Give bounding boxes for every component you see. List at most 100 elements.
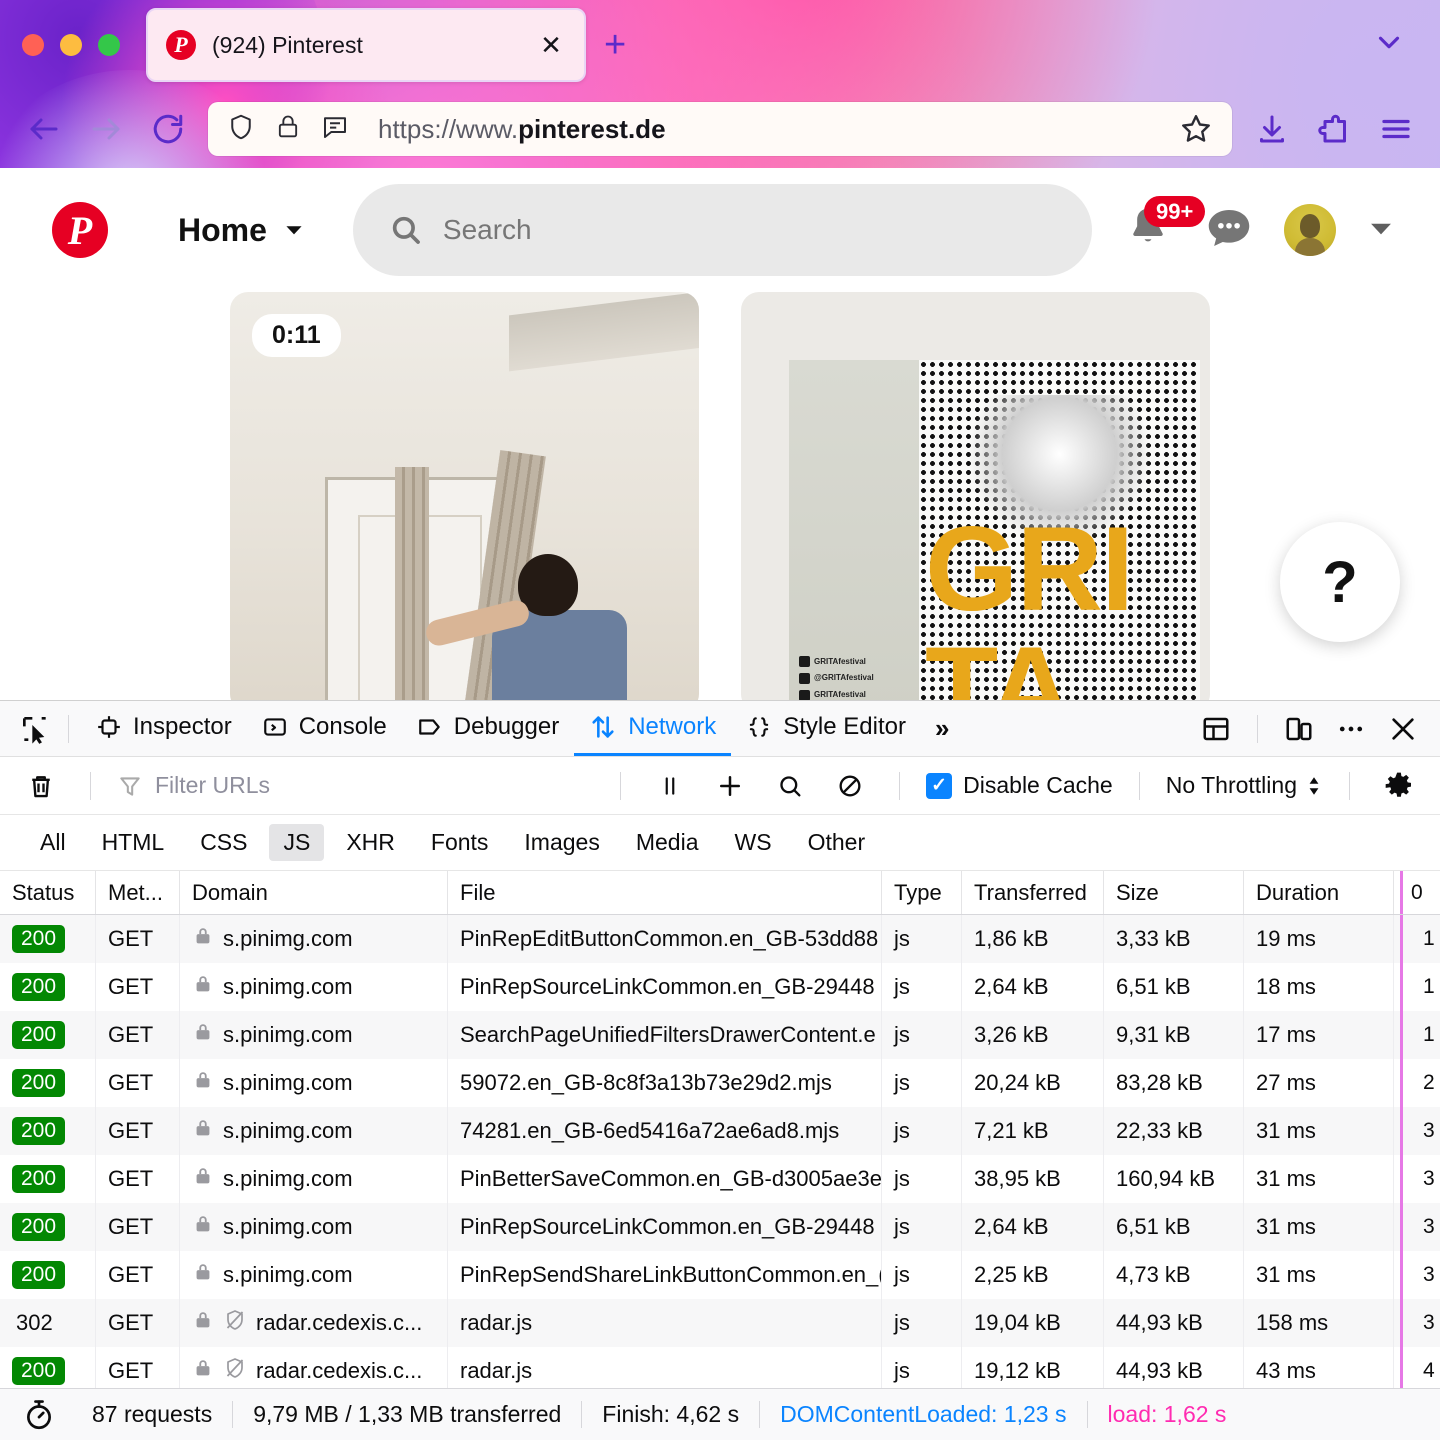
waterfall-marker: [1400, 963, 1403, 1011]
tab-console[interactable]: Console: [247, 701, 402, 756]
waterfall-time: 2: [1423, 1071, 1435, 1094]
minimize-window-button[interactable]: [60, 34, 82, 56]
browser-tab[interactable]: P (924) Pinterest ✕: [146, 8, 586, 82]
table-row[interactable]: 200 GET s.pinimg.com PinRepSourceLinkCommon…: [0, 1203, 1440, 1251]
table-row[interactable]: 302 GET radar.cedexis.c... radar.js js 19,04 …: [0, 1299, 1440, 1347]
close-window-button[interactable]: [22, 34, 44, 56]
table-row[interactable]: 200 GET s.pinimg.com PinRepSourceLinkCommon…: [0, 963, 1440, 1011]
tab-network[interactable]: Network: [574, 701, 732, 756]
table-row[interactable]: 200 GET s.pinimg.com PinRepEditButtonCommon…: [0, 915, 1440, 963]
column-header-domain[interactable]: Domain: [180, 871, 448, 914]
cell-transferred: 3,26 kB: [962, 1011, 1104, 1059]
block-requests-icon[interactable]: [827, 763, 873, 809]
reload-icon[interactable]: [146, 107, 190, 151]
lock-icon: [192, 1069, 214, 1097]
status-badge: 200: [12, 1165, 66, 1193]
notifications-button[interactable]: 99+: [1122, 196, 1206, 258]
column-header-waterfall[interactable]: 0: [1394, 871, 1440, 914]
element-picker-icon[interactable]: [14, 708, 56, 750]
poster-headline-1: GRI: [925, 501, 1134, 636]
maximize-window-button[interactable]: [98, 34, 120, 56]
column-header-transferred[interactable]: Transferred: [962, 871, 1104, 914]
responsive-design-icon[interactable]: [1276, 706, 1322, 752]
extensions-icon[interactable]: [1312, 107, 1356, 151]
pinterest-page: P Home Search 99+ 0:11 GRITAfestival @GR…: [0, 168, 1440, 700]
column-header-duration[interactable]: Duration: [1244, 871, 1394, 914]
table-row[interactable]: 200 GET radar.cedexis.c... radar.js js 19,12 …: [0, 1347, 1440, 1388]
bookmark-star-icon[interactable]: [1178, 111, 1214, 147]
avatar[interactable]: [1284, 204, 1336, 256]
search-input[interactable]: Search: [352, 184, 1092, 276]
type-filter-html[interactable]: HTML: [88, 824, 179, 861]
tab-label: Inspector: [133, 713, 232, 740]
type-filter-images[interactable]: Images: [510, 824, 613, 861]
column-header-type[interactable]: Type: [882, 871, 962, 914]
type-filter-xhr[interactable]: XHR: [332, 824, 409, 861]
checkbox-checked-icon[interactable]: ✓: [926, 772, 953, 799]
cell-duration: 31 ms: [1244, 1155, 1394, 1203]
lock-icon[interactable]: [274, 113, 302, 146]
type-filter-ws[interactable]: WS: [721, 824, 786, 861]
more-tabs-icon[interactable]: »: [921, 713, 963, 744]
type-filter-other[interactable]: Other: [794, 824, 880, 861]
pin-card-poster[interactable]: GRITAfestival @GRITAfestival GRITAfestiv…: [741, 292, 1210, 700]
pause-icon[interactable]: [647, 763, 693, 809]
cell-type: js: [882, 1203, 962, 1251]
home-menu-button[interactable]: Home: [178, 212, 307, 249]
waterfall-time: 1: [1423, 927, 1435, 950]
chevron-down-icon: [286, 226, 302, 235]
address-bar[interactable]: https://www.pinterest.de: [208, 102, 1232, 156]
disable-cache-toggle[interactable]: ✓ Disable Cache: [926, 772, 1113, 799]
throttling-select[interactable]: No Throttling: [1166, 772, 1323, 799]
reader-icon[interactable]: [320, 112, 350, 147]
divider: [1257, 714, 1258, 743]
list-all-tabs-icon[interactable]: [1372, 26, 1406, 65]
cell-waterfall: 3: [1394, 1251, 1440, 1299]
type-filter-media[interactable]: Media: [622, 824, 713, 861]
pin-card-video[interactable]: 0:11: [230, 292, 699, 700]
account-chevron-down-icon[interactable]: [1364, 211, 1398, 250]
cell-status: 200: [0, 1155, 96, 1203]
close-icon[interactable]: [1380, 706, 1426, 752]
domain-text: s.pinimg.com: [223, 974, 353, 999]
app-menu-icon[interactable]: [1374, 107, 1418, 151]
table-row[interactable]: 200 GET s.pinimg.com PinBetterSaveCommon.en…: [0, 1155, 1440, 1203]
table-row[interactable]: 200 GET s.pinimg.com 74281.en_GB-6ed5416a72…: [0, 1107, 1440, 1155]
type-filter-js[interactable]: JS: [269, 824, 325, 861]
close-tab-icon[interactable]: ✕: [536, 30, 566, 60]
settings-gear-icon[interactable]: [1376, 763, 1422, 809]
cell-transferred: 7,21 kB: [962, 1107, 1104, 1155]
network-icon: [592, 716, 614, 738]
search-icon[interactable]: [767, 763, 813, 809]
tab-style-editor[interactable]: Style Editor: [731, 701, 921, 756]
table-row[interactable]: 200 GET s.pinimg.com PinRepSendShareLinkBut…: [0, 1251, 1440, 1299]
back-icon[interactable]: [22, 107, 66, 151]
pinterest-logo-icon[interactable]: P: [52, 202, 108, 258]
shield-icon[interactable]: [226, 112, 256, 147]
table-row[interactable]: 200 GET s.pinimg.com 59072.en_GB-8c8f3a13b7…: [0, 1059, 1440, 1107]
column-header-file[interactable]: File: [448, 871, 882, 914]
console-icon: [263, 718, 286, 736]
new-request-icon[interactable]: [707, 763, 753, 809]
downloads-icon[interactable]: [1250, 107, 1294, 151]
column-header-method[interactable]: Met...: [96, 871, 180, 914]
tab-debugger[interactable]: Debugger: [402, 701, 574, 756]
column-header-status[interactable]: Status: [0, 871, 96, 914]
new-tab-button[interactable]: +: [604, 26, 626, 64]
messages-button[interactable]: [1202, 201, 1256, 260]
meatball-menu-icon[interactable]: [1328, 706, 1374, 752]
help-button[interactable]: ?: [1280, 522, 1400, 642]
dock-layout-icon[interactable]: [1193, 706, 1239, 752]
cell-method: GET: [96, 1011, 180, 1059]
table-row[interactable]: 200 GET s.pinimg.com SearchPageUnifiedFilte…: [0, 1011, 1440, 1059]
column-header-size[interactable]: Size: [1104, 871, 1244, 914]
clear-requests-icon[interactable]: [18, 763, 64, 809]
tab-label: Console: [298, 713, 387, 740]
filter-urls-input[interactable]: Filter URLs: [117, 772, 594, 799]
forward-icon[interactable]: [84, 107, 128, 151]
type-filter-fonts[interactable]: Fonts: [417, 824, 503, 861]
type-filter-all[interactable]: All: [26, 824, 80, 861]
cell-status: 200: [0, 1347, 96, 1388]
type-filter-css[interactable]: CSS: [186, 824, 261, 861]
tab-inspector[interactable]: Inspector: [81, 701, 247, 756]
